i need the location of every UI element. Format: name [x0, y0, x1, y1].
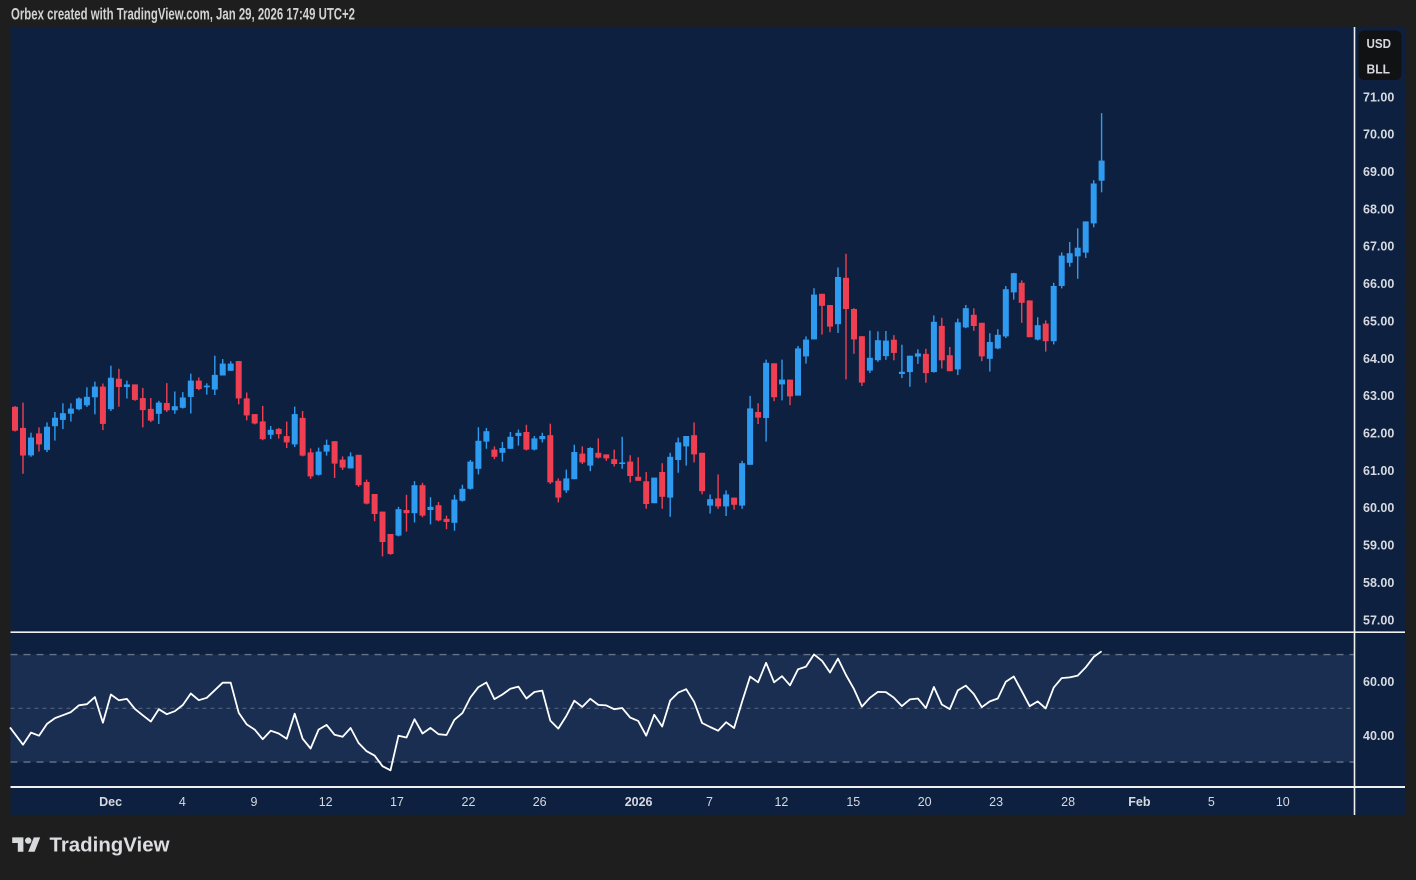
svg-text:60.00: 60.00 [1363, 501, 1394, 515]
svg-text:10: 10 [1276, 795, 1290, 809]
svg-text:58.00: 58.00 [1363, 576, 1394, 590]
svg-text:17: 17 [390, 795, 404, 809]
svg-text:59.00: 59.00 [1363, 539, 1394, 553]
svg-text:12: 12 [319, 795, 333, 809]
svg-text:61.00: 61.00 [1363, 464, 1394, 478]
svg-text:66.00: 66.00 [1363, 277, 1394, 291]
svg-text:65.00: 65.00 [1363, 314, 1394, 328]
svg-text:67.00: 67.00 [1363, 240, 1394, 254]
svg-text:4: 4 [179, 795, 186, 809]
svg-text:BLL: BLL [1367, 62, 1391, 76]
svg-text:15: 15 [846, 795, 860, 809]
svg-text:68.00: 68.00 [1363, 202, 1394, 216]
svg-text:57.00: 57.00 [1363, 613, 1394, 627]
svg-text:22: 22 [462, 795, 476, 809]
svg-text:69.00: 69.00 [1363, 165, 1394, 179]
svg-text:9: 9 [251, 795, 258, 809]
svg-text:Orbex created with TradingView: Orbex created with TradingView.com, Jan … [11, 5, 355, 24]
svg-text:Feb: Feb [1128, 795, 1151, 809]
svg-text:64.00: 64.00 [1363, 352, 1394, 366]
svg-text:60.00: 60.00 [1363, 675, 1394, 689]
svg-text:40.00: 40.00 [1363, 729, 1394, 743]
svg-text:20: 20 [918, 795, 932, 809]
svg-text:63.00: 63.00 [1363, 389, 1394, 403]
svg-text:70.00: 70.00 [1363, 128, 1394, 142]
svg-text:USD: USD [1367, 37, 1392, 51]
svg-text:62.00: 62.00 [1363, 427, 1394, 441]
svg-text:7: 7 [706, 795, 713, 809]
svg-text:TradingView: TradingView [50, 834, 170, 856]
svg-text:12: 12 [774, 795, 788, 809]
svg-text:28: 28 [1061, 795, 1075, 809]
svg-text:26: 26 [533, 795, 547, 809]
svg-text:5: 5 [1208, 795, 1215, 809]
svg-text:2026: 2026 [625, 795, 653, 809]
svg-text:23: 23 [989, 795, 1003, 809]
svg-text:Dec: Dec [99, 795, 122, 809]
svg-text:71.00: 71.00 [1363, 90, 1394, 104]
